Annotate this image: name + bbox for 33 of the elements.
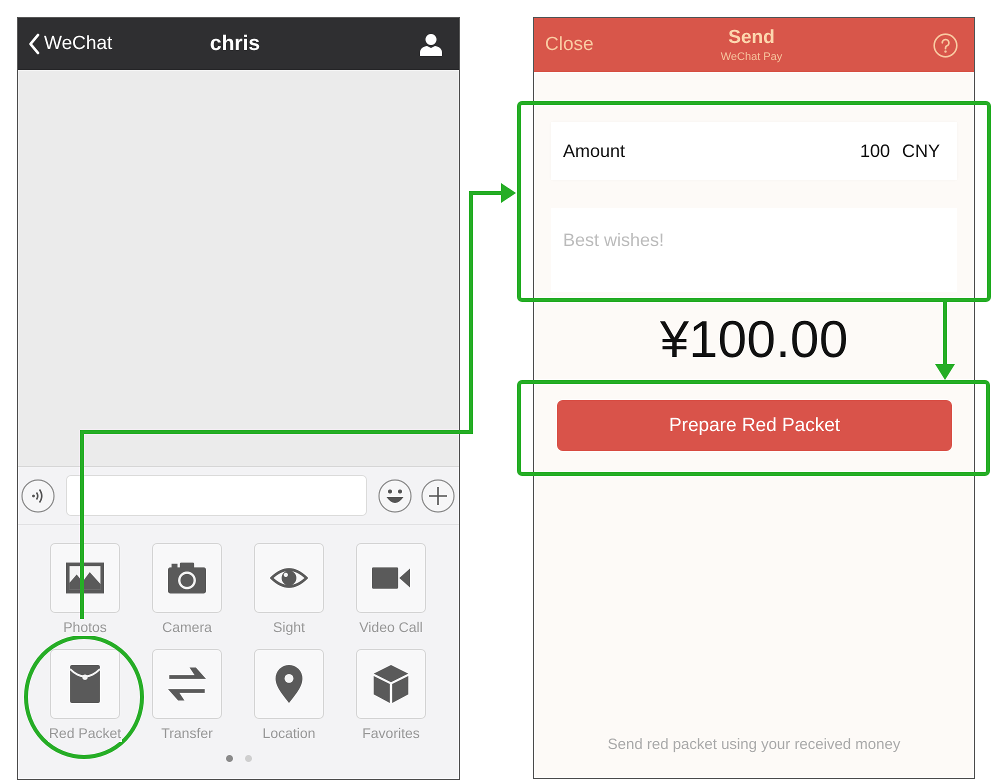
attachment-label: Photos bbox=[62, 619, 108, 636]
attachment-label: Sight bbox=[272, 619, 306, 636]
page-dot-icon[interactable] bbox=[244, 755, 252, 762]
voice-icon[interactable] bbox=[21, 478, 55, 512]
chevron-left-icon bbox=[28, 33, 40, 55]
attachment-button[interactable] bbox=[50, 649, 120, 719]
send-subtitle: WeChat Pay bbox=[720, 51, 782, 63]
swap-arrows-icon bbox=[168, 665, 206, 703]
plus-icon[interactable] bbox=[421, 478, 455, 512]
smiley-icon[interactable] bbox=[378, 478, 412, 512]
footer-note: Send red packet using your received money bbox=[608, 736, 900, 753]
attachment-button[interactable] bbox=[152, 649, 222, 719]
prepare-button[interactable]: Prepare Red Packet bbox=[557, 400, 952, 451]
back-button[interactable]: WeChat bbox=[28, 33, 112, 55]
cube-icon bbox=[372, 665, 410, 703]
send-title: Send bbox=[728, 27, 775, 49]
attachment-button[interactable] bbox=[356, 649, 426, 719]
amount-value[interactable]: 100 bbox=[860, 140, 890, 162]
attachment-button[interactable] bbox=[152, 543, 222, 613]
attachment-button[interactable] bbox=[50, 543, 120, 613]
person-icon[interactable] bbox=[420, 32, 442, 56]
attachment-label: Red Packet bbox=[48, 725, 122, 742]
help-icon[interactable] bbox=[933, 32, 958, 58]
message-field[interactable]: Best wishes! bbox=[551, 208, 957, 292]
total-amount: ¥100.00 bbox=[660, 310, 848, 370]
attachment-button[interactable] bbox=[254, 543, 324, 613]
page-dot-icon[interactable] bbox=[226, 755, 232, 762]
currency-label: CNY bbox=[902, 140, 940, 162]
chat-title: chris bbox=[210, 32, 260, 56]
message-input[interactable] bbox=[66, 475, 367, 516]
attachment-button[interactable] bbox=[356, 543, 426, 613]
attachment-button[interactable] bbox=[254, 649, 324, 719]
amount-label: Amount bbox=[563, 140, 626, 162]
